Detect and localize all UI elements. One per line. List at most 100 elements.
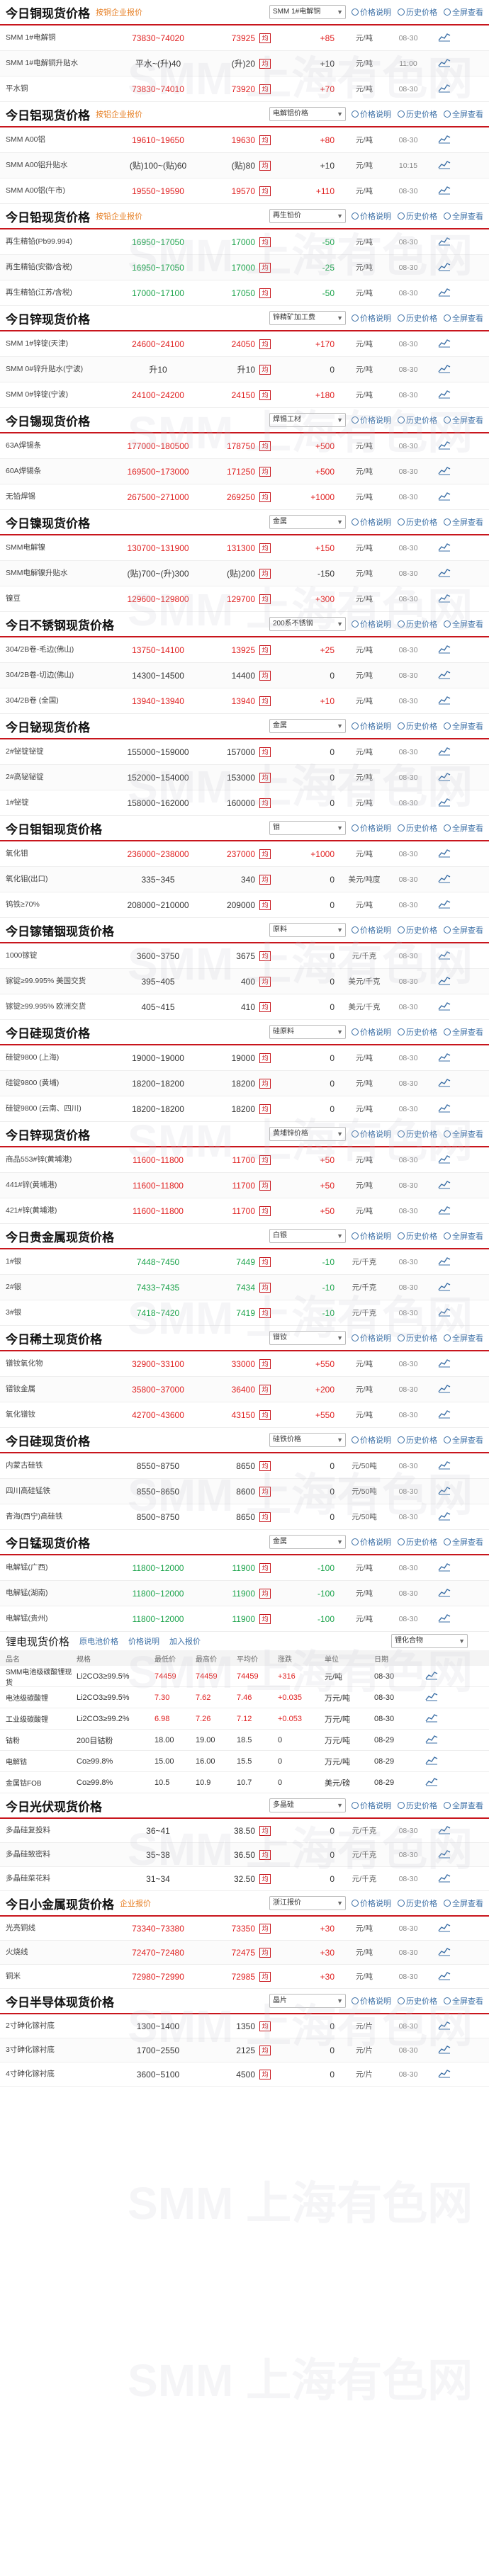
trend-chart-icon[interactable] (429, 134, 451, 146)
trend-chart-icon[interactable] (429, 644, 451, 656)
history-price-link[interactable]: 历史价格 (398, 1434, 437, 1446)
product-name[interactable]: SMM 1#电解铜 (6, 33, 105, 42)
fullscreen-link[interactable]: 全屏查看 (444, 108, 483, 120)
product-name[interactable]: 1#银 (6, 1257, 105, 1266)
price-row[interactable]: 2#银 7433~7435 7434 均 -10 元/千克 08-30 (0, 1275, 489, 1300)
trend-chart-icon[interactable] (429, 899, 451, 911)
trend-chart-icon[interactable] (417, 1713, 438, 1725)
trend-chart-icon[interactable] (429, 1460, 451, 1472)
category-select[interactable]: 焊锡工材 ▼ (269, 413, 346, 427)
category-select[interactable]: 硅原料 ▼ (269, 1025, 346, 1039)
price-explain-link[interactable]: 价格说明 (352, 1128, 391, 1140)
trend-chart-icon[interactable] (429, 2068, 451, 2080)
product-name[interactable]: 304/2B卷-切边(佛山) (6, 671, 105, 680)
trend-chart-icon[interactable] (417, 1776, 438, 1788)
price-explain-link[interactable]: 价格说明 (352, 924, 391, 936)
price-row[interactable]: 氧化镨钕 42700~43600 43150 均 +550 元/吨 08-30 (0, 1402, 489, 1428)
price-row[interactable]: 304/2B卷-切边(佛山) 14300~14500 14400 均 0 元/吨 08-30 (0, 663, 489, 688)
trend-chart-icon[interactable] (429, 695, 451, 707)
trend-chart-icon[interactable] (429, 848, 451, 860)
price-explain-link[interactable]: 价格说明 (352, 1897, 391, 1909)
price-explain-link[interactable]: 价格说明 (352, 414, 391, 426)
trend-chart-icon[interactable] (429, 491, 451, 503)
product-name[interactable]: 硅锭9800 (云南、四川) (6, 1104, 105, 1113)
lithium-cell-name[interactable]: 电池级碳酸锂 (6, 1692, 77, 1703)
trend-chart-icon[interactable] (429, 185, 451, 197)
history-price-link[interactable]: 历史价格 (398, 1897, 437, 1909)
fullscreen-link[interactable]: 全屏查看 (444, 414, 483, 426)
fullscreen-link[interactable]: 全屏查看 (444, 1995, 483, 2007)
price-row[interactable]: 再生精铅(安徽/含税) 16950~17050 17000 均 -25 元/吨 08-30 (0, 255, 489, 280)
product-name[interactable]: 内蒙古硅铁 (6, 1461, 105, 1470)
product-name[interactable]: SMM 1#锌锭(天津) (6, 339, 105, 348)
lithium-cell-name[interactable]: SMM电池级碳酸锂现货 (6, 1666, 77, 1687)
product-name[interactable]: 多晶硅复投料 (6, 1826, 105, 1835)
price-row[interactable]: 硅锭9800 (云南、四川) 18200~18200 18200 均 0 元/吨 08-30 (0, 1096, 489, 1122)
lithium-cell-name[interactable]: 金属钴FOB (6, 1777, 77, 1788)
category-select[interactable]: SMM 1#电解铜 ▼ (269, 5, 346, 19)
trend-chart-icon[interactable] (429, 1873, 451, 1885)
product-name[interactable]: 63A焊锡条 (6, 441, 105, 450)
trend-chart-icon[interactable] (429, 32, 451, 44)
trend-chart-icon[interactable] (429, 669, 451, 681)
product-name[interactable]: SMM A00铝(午市) (6, 186, 105, 195)
history-price-link[interactable]: 历史价格 (398, 1536, 437, 1548)
product-name[interactable]: 441#锌(黄埔港) (6, 1181, 105, 1190)
trend-chart-icon[interactable] (429, 1077, 451, 1089)
price-row[interactable]: SMM 1#锌锭(天津) 24600~24100 24050 均 +170 元/吨 08-3… (0, 331, 489, 357)
price-explain-link[interactable]: 价格说明 (352, 1536, 391, 1548)
price-row[interactable]: 3寸砷化镓衬底 1700~2550 2125 均 0 元/片 08-30 (0, 2038, 489, 2062)
lithium-tab[interactable]: 价格说明 (128, 1635, 159, 1647)
product-name[interactable]: 电解锰(湖南) (6, 1589, 105, 1598)
price-row[interactable]: 多晶硅复投料 36~41 38.50 均 0 元/千克 08-30 (0, 1819, 489, 1843)
price-row[interactable]: 镓锭≥99.995% 美国交货 395~405 400 均 0 美元/千克 08-30 (0, 969, 489, 994)
trend-chart-icon[interactable] (429, 1179, 451, 1191)
trend-chart-icon[interactable] (429, 975, 451, 987)
price-row[interactable]: 四川高硅锰铁 8550~8650 8600 均 0 元/50吨 08-30 (0, 1479, 489, 1504)
lithium-cell-name[interactable]: 电解钴 (6, 1756, 77, 1766)
trend-chart-icon[interactable] (429, 236, 451, 248)
product-name[interactable]: 421#锌(黄埔港) (6, 1206, 105, 1215)
price-row[interactable]: 多晶硅菜花料 31~34 32.50 均 0 元/千克 08-30 (0, 1867, 489, 1891)
product-name[interactable]: SMM 1#电解铜升贴水 (6, 59, 105, 68)
price-row[interactable]: 铜米 72980~72990 72985 均 +30 元/吨 08-30 (0, 1965, 489, 1989)
history-price-link[interactable]: 历史价格 (398, 108, 437, 120)
trend-chart-icon[interactable] (429, 950, 451, 962)
trend-chart-icon[interactable] (429, 1383, 451, 1395)
product-name[interactable]: 60A焊锡条 (6, 467, 105, 476)
price-row[interactable]: 氧化钼(出口) 335~345 340 均 0 美元/吨度 08-30 (0, 867, 489, 892)
lithium-row[interactable]: 电池级碳酸锂 Li2CO3≥99.5% 7.30 7.62 7.46 +0.035 万元/吨… (0, 1687, 489, 1708)
section-sub-link[interactable]: 企业报价 (120, 1897, 151, 1909)
product-name[interactable]: 多晶硅致密料 (6, 1850, 105, 1859)
product-name[interactable]: 2#铋锭铋锭 (6, 747, 105, 756)
trend-chart-icon[interactable] (429, 1849, 451, 1861)
price-row[interactable]: 青海(西宁)高硅铁 8500~8750 8650 均 0 元/50吨 08-30 (0, 1504, 489, 1530)
product-name[interactable]: 四川高硅锰铁 (6, 1487, 105, 1496)
price-row[interactable]: 内蒙古硅铁 8550~8750 8650 均 0 元/50吨 08-30 (0, 1453, 489, 1479)
price-row[interactable]: SMM A00铝(午市) 19550~19590 19570 均 +110 元/吨 08-3… (0, 178, 489, 204)
price-row[interactable]: 镓锭≥99.995% 欧洲交货 405~415 410 均 0 美元/千克 08-30 (0, 994, 489, 1020)
price-row[interactable]: 火烧线 72470~72480 72475 均 +30 元/吨 08-30 (0, 1941, 489, 1965)
product-name[interactable]: 氧化镨钕 (6, 1410, 105, 1419)
section-sub-link[interactable]: 按铝企业报价 (96, 108, 142, 120)
category-select[interactable]: 金属 ▼ (269, 1535, 346, 1549)
product-name[interactable]: 镨钕金属 (6, 1385, 105, 1394)
price-row[interactable]: 无铅焊锡 267500~271000 269250 均 +1000 元/吨 08-30 (0, 484, 489, 510)
fullscreen-link[interactable]: 全屏查看 (444, 210, 483, 222)
lithium-select[interactable]: 锂化合物 ▼ (391, 1634, 468, 1648)
category-select[interactable]: 多晶硅 ▼ (269, 1798, 346, 1812)
price-explain-link[interactable]: 价格说明 (352, 1026, 391, 1038)
price-explain-link[interactable]: 价格说明 (352, 1332, 391, 1344)
trend-chart-icon[interactable] (429, 746, 451, 758)
trend-chart-icon[interactable] (429, 1562, 451, 1574)
history-price-link[interactable]: 历史价格 (398, 1026, 437, 1038)
lithium-row[interactable]: 电解钴 Co≥99.8% 15.00 16.00 15.5 0 万元/吨 08-29 (0, 1751, 489, 1772)
product-name[interactable]: SMM A00铝升贴水 (6, 161, 105, 170)
price-row[interactable]: 3#银 7418~7420 7419 均 -10 元/千克 08-30 (0, 1300, 489, 1326)
price-explain-link[interactable]: 价格说明 (352, 720, 391, 732)
price-row[interactable]: SMM 1#电解铜 73830~74020 73925 均 +85 元/吨 08-30 (0, 25, 489, 51)
trend-chart-icon[interactable] (429, 440, 451, 452)
product-name[interactable]: 电解锰(贵州) (6, 1614, 105, 1623)
category-select[interactable]: 钼 ▼ (269, 821, 346, 835)
price-explain-link[interactable]: 价格说明 (352, 1230, 391, 1242)
